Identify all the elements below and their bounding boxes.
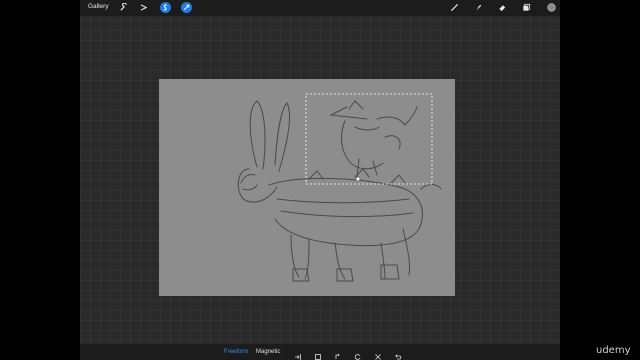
reset-icon[interactable] [354, 348, 362, 360]
brush-icon[interactable] [449, 2, 460, 13]
color-icon[interactable] [546, 2, 557, 13]
gallery-button[interactable]: Gallery [88, 3, 109, 10]
smudge-icon[interactable] [473, 2, 484, 13]
selection-marquee [305, 93, 433, 185]
selection-start-point [355, 176, 361, 182]
undo-icon[interactable] [394, 348, 402, 360]
letterbox-left [0, 0, 80, 360]
procreate-app: Gallery Freeform Magnetic [80, 0, 560, 360]
magic-wand-icon[interactable] [138, 2, 149, 13]
freeform-mode-button[interactable]: Freeform [224, 349, 248, 355]
selection-icon[interactable] [160, 2, 171, 13]
wrench-icon[interactable] [118, 2, 129, 13]
transform-icon[interactable] [181, 2, 192, 13]
import-icon[interactable] [294, 348, 302, 360]
rhino-rider-sketch [237, 93, 442, 282]
udemy-watermark: udemy [596, 345, 631, 356]
letterbox-right [560, 0, 640, 360]
paste-icon[interactable] [314, 348, 322, 360]
clear-icon[interactable] [374, 348, 382, 360]
drawing-canvas[interactable] [159, 79, 455, 296]
invert-icon[interactable] [334, 348, 342, 359]
magnetic-mode-button[interactable]: Magnetic [256, 349, 280, 355]
layers-icon[interactable] [521, 2, 532, 13]
eraser-icon[interactable] [497, 2, 508, 13]
selection-toolbar: Freeform Magnetic [80, 344, 560, 360]
top-toolbar: Gallery [80, 0, 560, 16]
